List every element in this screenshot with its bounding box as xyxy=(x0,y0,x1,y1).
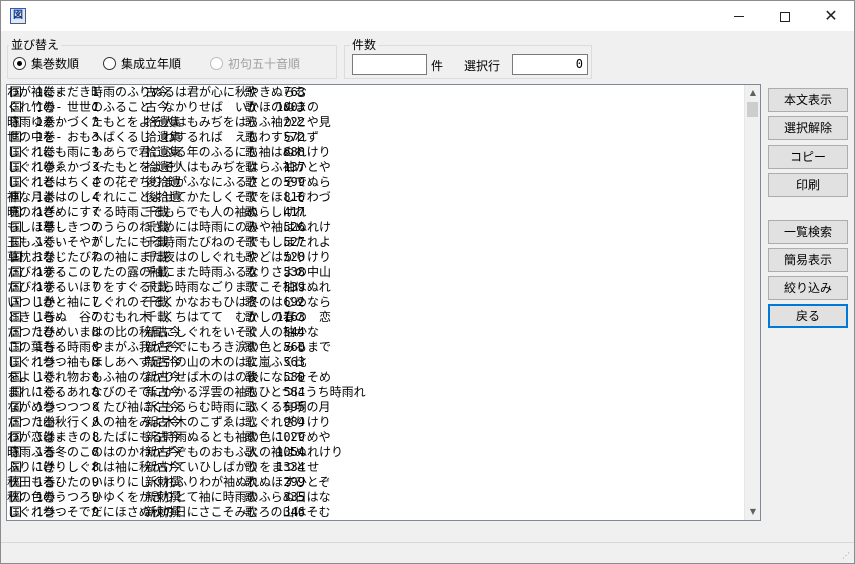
list-row[interactable]: 国 1巻- 8 新古今歌 1029 わが恋はまきのしたばにもる時雨ぬるとも袖の色にいでめや xyxy=(7,430,746,445)
cell-text: 神な月よはのしぐれにことよせてかたしくそでをほしぞわづ xyxy=(7,190,331,204)
list-row[interactable]: 国 1巻- 7 千載歌 417 暁のねざめにすぐる時雨こそもらでも人の袖ぬらしけれ xyxy=(7,205,746,220)
list-row[interactable]: 国 1巻- 8 新古今歌 563 しぐれつつ袖もほしあへず足引の山の木のはに嵐ふく比 xyxy=(7,355,746,370)
cell-text: わが恋はまきのしたばにもる時雨ぬるとも袖の色にいでめや xyxy=(7,430,331,444)
radio-icon xyxy=(210,57,223,70)
result-rows: 国 1巻- 1 古今歌 763 わが袖にまだき時雨のふりぬるは君が心に秋やきぬらむ国 1巻-… xyxy=(7,85,746,520)
print-button[interactable]: 印刷 xyxy=(768,173,848,197)
cell-text: しぐれつつ袖もほしあへず足引の山の木のはに嵐ふく比 xyxy=(7,355,307,369)
cell-text: たつた山秋行く人の袖をみよ木木のこずゑはしぐれざりけり xyxy=(7,415,331,429)
list-search-button[interactable]: 一覧検索 xyxy=(768,220,848,244)
selected-row-field[interactable]: 0 xyxy=(512,54,588,75)
result-list[interactable]: 国 1巻- 1 古今歌 763 わが袖にまだき時雨のふりぬるは君が心に秋やきぬらむ国 1巻-… xyxy=(6,84,761,521)
list-row[interactable]: 国 1巻- 8 新古今歌 580 をよしぐれ物おもふ袖のなかりせば木のはの後になにをそめ xyxy=(7,370,746,385)
cell-text: しぐれとはちくさの花ぞちりまがふなにふるさとのそでぬら xyxy=(7,175,331,189)
list-row[interactable]: 国 1巻- 1 古今歌 763 わが袖にまだき時雨のふりぬるは君が心に秋やきぬらむ xyxy=(7,85,746,100)
list-row[interactable]: 国 1巻- 9 新勅撰歌 299 秋田もるひたのいほりにしぐれふりわが袖ぬれぬほすひとぞ xyxy=(7,475,746,490)
radio-icon xyxy=(103,57,116,70)
filter-button[interactable]: 絞り込み xyxy=(768,276,848,300)
list-row[interactable]: 国 1巻- 7 千載歌 538 たびねするこのしたの露の袖にまた時雨ふるなりさよの中山 xyxy=(7,265,746,280)
cell-text: たびねするこのしたの露の袖にまた時雨ふるなりさよの中山 xyxy=(7,265,332,279)
cell-text: をよしぐれ物おもふ袖のなかりせば木のはの後になにをそめ xyxy=(7,370,332,384)
maximize-icon xyxy=(780,11,790,22)
show-text-button[interactable]: 本文表示 xyxy=(768,88,848,112)
cell-text: わが袖にまだき時雨のふりぬるは君が心に秋やきぬらむ xyxy=(7,85,308,99)
list-row[interactable]: 国 1巻- 7 千載歌 1163 ときしらぬ 谷のむもれ木 くちはてて むかしの春の 恋 xyxy=(7,310,746,325)
clear-selection-button[interactable]: 選択解除 xyxy=(768,116,848,140)
cell-text: しぐれつつそでだにほさぬ秋の日にさこそみむろの山はそむ xyxy=(7,505,331,519)
list-row[interactable]: 国 1巻- 8 新古今歌 984 たつた山秋行く人の袖をみよ木木のこずゑはしぐれざりけり xyxy=(7,415,746,430)
cell-text: ときしらぬ 谷のむもれ木 くちはてて むかしの春の 恋 xyxy=(7,310,332,324)
close-icon: ✕ xyxy=(824,6,838,25)
cell-text: くれ竹の 世世のふること なかりせば いかほのぬまの xyxy=(7,100,320,114)
list-row[interactable]: 国 1巻- 8 新古今歌 1054 時雨ふる冬のこのはのかわかずぞものおもふ人の袖はぬれけ… xyxy=(7,445,746,460)
list-row[interactable]: 国 1巻- 3 拾遺集歌 222 時雨ゆゑかづくたもとをよそ人はもみぢをはらふ袖かとや見 xyxy=(7,115,746,130)
list-row[interactable]: 国 1巻- 8 新古今歌 544 たつたひめいまはの比の秋風にしぐれをいそぐ人の袖かな xyxy=(7,325,746,340)
sort-by-kana-radio: 初句五十音順 xyxy=(210,56,300,72)
sort-by-kana-label: 初句五十音順 xyxy=(228,57,301,71)
simple-view-button[interactable]: 簡易表示 xyxy=(768,248,848,272)
list-row[interactable]: 国 1巻- 7 千載歌 526 もしほ草しきつのうらのねざめには時雨にのみや袖はぬれけ xyxy=(7,220,746,235)
scroll-up-icon[interactable]: ▲ xyxy=(745,85,760,101)
main-window: 図 ✕ 並び替え 集巻数順 集成立年順 初句五十音順 件数 件 選択行 0 国1… xyxy=(0,0,855,564)
sort-by-year-radio[interactable]: 集成立年順 xyxy=(103,56,181,72)
cell-text: 世の中を おもへばくるし わするれば えもわすられず xyxy=(7,130,319,144)
cell-text: ふりにけりしぐれは袖に秋かけていひしばかりをまつとせ xyxy=(7,460,320,474)
cell-text: いつしかと袖にしぐれのそそくかなおもひは冬のはじめなら xyxy=(7,295,332,309)
count-unit-label: 件 xyxy=(431,59,444,73)
minimize-icon xyxy=(734,16,744,17)
cell-text: この葉ちる時雨やまがふ我がそでにもろき涙の色とみるまで xyxy=(7,340,332,354)
maximize-button[interactable] xyxy=(762,1,808,31)
radio-selected-icon xyxy=(13,57,26,70)
list-row[interactable]: 国 1巻- 1 古今歌 1003 くれ竹の 世世のふること なかりせば いかほのぬまの xyxy=(7,100,746,115)
sort-by-volume-label: 集巻数順 xyxy=(31,57,80,71)
cell-text: もしほ草しきつのうらのねざめには時雨にのみや袖はぬれけ xyxy=(7,220,332,234)
sort-by-year-label: 集成立年順 xyxy=(121,57,182,71)
list-row[interactable]: 国 1巻- 3 拾遺集歌 688 しぐれにも雨にもあらで君こふる年のふるにも袖はぬれけり xyxy=(7,145,746,160)
scroll-thumb[interactable] xyxy=(747,102,758,117)
list-row[interactable]: 国 1巻- 9 新勅撰歌 335 秋の色のうつろひゆくをかぎりとて袖に時雨のふらぬ日はな xyxy=(7,490,746,505)
selected-row-label: 選択行 xyxy=(464,59,501,73)
resize-grip-icon[interactable]: ⋰ xyxy=(842,551,852,561)
status-bar: ⋰ xyxy=(1,542,854,563)
title-bar: 図 ✕ xyxy=(1,1,854,31)
sort-group-label: 並び替え xyxy=(9,36,62,53)
app-icon[interactable]: 図 xyxy=(10,8,26,24)
list-row[interactable]: 国 1巻- 3 拾遺集歌 572 世の中を おもへばくるし わするれば えもわすられず xyxy=(7,130,746,145)
list-row[interactable]: 国 1巻- 8 新古今歌 595 ながめつつつつくたび袖にくもるらむ時雨にふくる有明の月 xyxy=(7,400,746,415)
cell-text: しぐれにも雨にもあらで君こふる年のふるにも袖はぬれけり xyxy=(7,145,331,159)
list-row[interactable]: 国 1巻- 7 千載歌 692 いつしかと袖にしぐれのそそくかなおもひは冬のはじめなら xyxy=(7,295,746,310)
list-row[interactable]: 国 1巻- 3~ 拾遺抄歌 137 しぐれゆゑかづくたもとをよそ人はもみぢをはらふ袖かとや xyxy=(7,160,746,175)
copy-button[interactable]: コピー xyxy=(768,145,848,169)
list-row[interactable]: 国 1巻- 4 後拾遺歌 599 しぐれとはちくさの花ぞちりまがふなにふるさとのそでぬら xyxy=(7,175,746,190)
list-row[interactable]: 国 1巻- 8 新古今歌 560 この葉ちる時雨やまがふ我がそでにもろき涙の色とみるまで xyxy=(7,340,746,355)
cell-text: 玉もふくいそやがしたにもる時雨たびねのそでもしほたれよ xyxy=(7,235,332,249)
cell-text: まれにくるあれなびのそでにかかる浮雲の袖もひとつにうち時雨れ xyxy=(7,385,366,399)
cell-text: ながめつつつつくたび袖にくもるらむ時雨にふくる有明の月 xyxy=(7,400,331,414)
cell-text: たつたひめいまはの比の秋風にしぐれをいそぐ人の袖かな xyxy=(7,325,320,339)
cell-text: 草枕おなじたびねの袖にまた夜はのしぐれもやどはかりけり xyxy=(7,250,332,264)
cell-text: 暁のねざめにすぐる時雨こそもらでも人の袖ぬらしけれ xyxy=(7,205,307,219)
minimize-button[interactable] xyxy=(716,1,762,31)
sort-by-volume-radio[interactable]: 集巻数順 xyxy=(13,56,79,72)
list-row[interactable]: 国 1巻- 9 新勅撰歌 346 しぐれつつそでだにほさぬ秋の日にさこそみむろの山はそむ xyxy=(7,505,746,520)
cell-text: 秋の色のうつろひゆくをかぎりとて袖に時雨のふらぬ日はな xyxy=(7,490,331,504)
list-row[interactable]: 国 1巻- 7 千載歌 527 玉もふくいそやがしたにもる時雨たびねのそでもしほたれよ xyxy=(7,235,746,250)
count-group-label: 件数 xyxy=(350,36,379,53)
list-row[interactable]: 国 1巻- 7 千載歌 539 たびねするいほりをすぐるむら時雨なごりまでこそ袖はぬれ xyxy=(7,280,746,295)
list-row[interactable]: 国 1巻- 8 新古今歌 1334 ふりにけりしぐれは袖に秋かけていひしばかりをまつとせ xyxy=(7,460,746,475)
list-row[interactable]: 国 1巻- 8 新古今歌 584 まれにくるあれなびのそでにかかる浮雲の袖もひとつにうち時… xyxy=(7,385,746,400)
list-row[interactable]: 国 1巻- 4 後拾遺歌 816 神な月よはのしぐれにことよせてかたしくそでをほしぞわづ xyxy=(7,190,746,205)
cell-text: しぐれゆゑかづくたもとをよそ人はもみぢをはらふ袖かとや xyxy=(7,160,331,174)
close-button[interactable]: ✕ xyxy=(808,1,854,31)
list-row[interactable]: 国 1巻- 7 千載歌 528 草枕おなじたびねの袖にまた夜はのしぐれもやどはかりけり xyxy=(7,250,746,265)
scroll-down-icon[interactable]: ▼ xyxy=(745,504,760,520)
back-button[interactable]: 戻る xyxy=(768,304,848,328)
cell-text: たびねするいほりをすぐるむら時雨なごりまでこそ袖はぬれ xyxy=(7,280,331,294)
cell-text: 時雨ふる冬のこのはのかわかずぞものおもふ人の袖はぬれけり xyxy=(7,445,344,459)
count-field[interactable] xyxy=(352,54,427,75)
cell-text: 時雨ゆゑかづくたもとをよそ人はもみぢをはらふ袖かとや見 xyxy=(7,115,331,129)
cell-text: 秋田もるひたのいほりにしぐれふりわが袖ぬれぬほすひとぞ xyxy=(7,475,331,489)
vertical-scrollbar[interactable]: ▲ ▼ xyxy=(744,85,760,520)
